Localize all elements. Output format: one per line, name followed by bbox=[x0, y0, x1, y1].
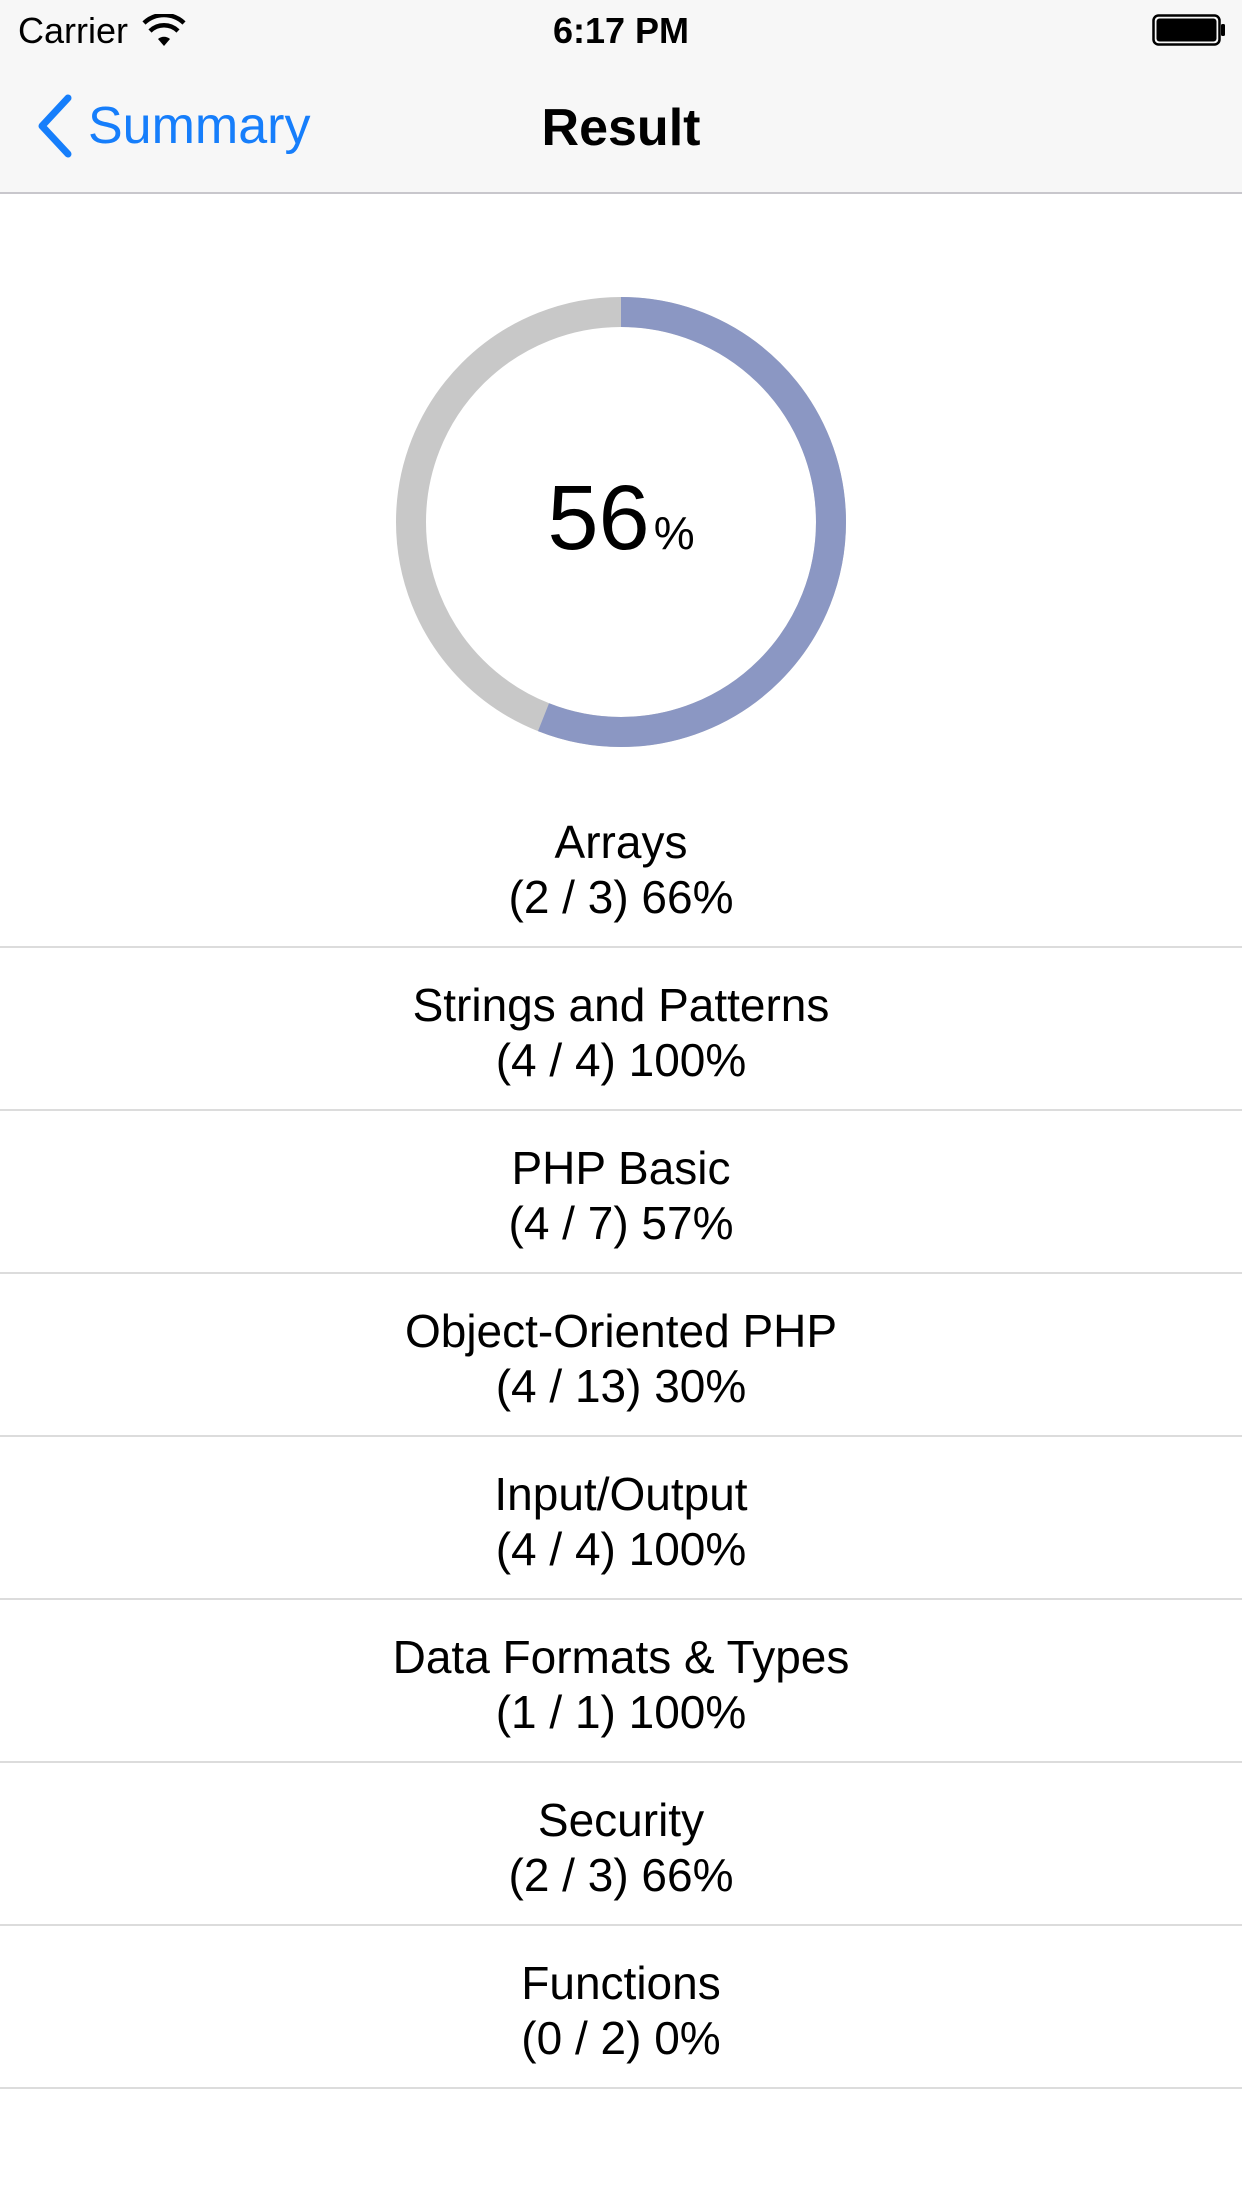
progress-ring-label: 56% bbox=[394, 463, 848, 573]
category-name: Input/Output bbox=[494, 1468, 748, 1520]
category-row: Input/Output (4 / 4) 100% bbox=[0, 1437, 1242, 1600]
category-score: (1 / 1) 100% bbox=[495, 1686, 747, 1738]
category-name: Data Formats & Types bbox=[392, 1631, 850, 1683]
category-name: PHP Basic bbox=[511, 1142, 731, 1194]
category-name: Security bbox=[537, 1794, 705, 1846]
category-results-list: Arrays (2 / 3) 66% Strings and Patterns … bbox=[0, 785, 1242, 2089]
status-time: 6:17 PM bbox=[552, 10, 690, 51]
category-row: Security (2 / 3) 66% bbox=[0, 1763, 1242, 1926]
category-score: (2 / 3) 66% bbox=[508, 1849, 734, 1901]
page-title: Result bbox=[541, 99, 701, 157]
progress-percent-unit: % bbox=[653, 507, 695, 559]
category-row: Arrays (2 / 3) 66% bbox=[0, 785, 1242, 948]
category-row: PHP Basic (4 / 7) 57% bbox=[0, 1111, 1242, 1274]
progress-ring: 56% bbox=[394, 295, 848, 749]
category-row: Strings and Patterns (4 / 4) 100% bbox=[0, 948, 1242, 1111]
category-score: (4 / 4) 100% bbox=[495, 1523, 747, 1575]
category-score: (4 / 4) 100% bbox=[495, 1034, 747, 1086]
category-name: Arrays bbox=[554, 816, 688, 868]
status-bar: Carrier 6:17 PM bbox=[0, 0, 1242, 62]
category-row: Object-Oriented PHP (4 / 13) 30% bbox=[0, 1274, 1242, 1437]
category-name: Functions bbox=[521, 1957, 721, 2009]
category-name: Strings and Patterns bbox=[412, 979, 830, 1031]
category-score: (4 / 13) 30% bbox=[495, 1360, 747, 1412]
category-score: (2 / 3) 66% bbox=[508, 871, 734, 923]
category-score: (0 / 2) 0% bbox=[521, 2012, 721, 2064]
category-score: (4 / 7) 57% bbox=[508, 1197, 734, 1249]
category-row: Data Formats & Types (1 / 1) 100% bbox=[0, 1600, 1242, 1763]
progress-percent-value: 56 bbox=[547, 467, 650, 569]
category-row: Functions (0 / 2) 0% bbox=[0, 1926, 1242, 2089]
navigation-bar: Summary Result bbox=[0, 62, 1242, 194]
battery-icon bbox=[1152, 14, 1225, 46]
category-name: Object-Oriented PHP bbox=[404, 1305, 838, 1357]
